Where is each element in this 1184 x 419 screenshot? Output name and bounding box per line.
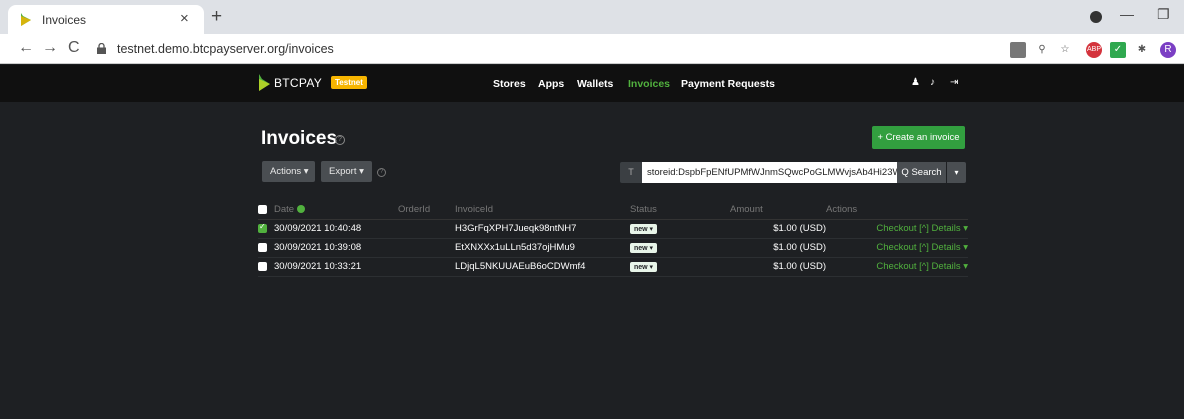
row-checkbox[interactable] xyxy=(258,222,267,233)
invoice-amount: $1.00 (USD) xyxy=(730,257,826,277)
search-options-caret[interactable]: ▾ xyxy=(947,162,966,183)
header-orderid: OrderId xyxy=(398,200,455,220)
invoices-table: Date OrderId InvoiceId Status Amount Act… xyxy=(258,200,968,277)
invoice-date: 30/09/2021 10:33:21 xyxy=(274,261,362,272)
invoice-date: 30/09/2021 10:39:08 xyxy=(274,242,362,253)
header-date[interactable]: Date xyxy=(258,200,398,220)
invoice-id: LDjqL5NKUUAEuB6oCDWmf4 xyxy=(455,257,630,277)
actions-dropdown-button[interactable]: Actions ▾ xyxy=(262,161,315,182)
forward-button[interactable]: → xyxy=(42,39,58,57)
export-help-icon[interactable]: ? xyxy=(377,168,386,177)
invoice-amount: $1.00 (USD) xyxy=(730,219,826,239)
brand-text: BTCPAY xyxy=(274,76,323,90)
profile-avatar[interactable]: R xyxy=(1160,42,1176,58)
table-row: 30/09/2021 10:40:48 H3GrFqXPH7Jueqk98ntN… xyxy=(258,219,968,239)
checkout-link[interactable]: Checkout [^] xyxy=(876,223,929,234)
clock-icon[interactable] xyxy=(297,205,306,214)
invoice-date: 30/09/2021 10:40:48 xyxy=(274,223,362,234)
tab-close-icon[interactable]: × xyxy=(180,10,189,27)
table-header-row: Date OrderId InvoiceId Status Amount Act… xyxy=(258,200,968,220)
select-all-checkbox[interactable] xyxy=(258,204,267,214)
translate-icon[interactable] xyxy=(1010,42,1026,58)
chrome-profile-icon[interactable] xyxy=(1090,11,1102,23)
reload-button[interactable]: C xyxy=(68,39,80,57)
invoice-orderid xyxy=(398,219,455,239)
search-input[interactable] xyxy=(642,162,897,183)
browser-tab[interactable]: Invoices × xyxy=(8,5,204,34)
help-icon[interactable]: ? xyxy=(335,135,345,145)
checkout-link[interactable]: Checkout [^] xyxy=(876,261,929,272)
table-row: 30/09/2021 10:33:21 LDjqL5NKUUAEuB6oCDWm… xyxy=(258,257,968,277)
details-link[interactable]: Details ▾ xyxy=(932,223,968,234)
new-tab-button[interactable]: + xyxy=(211,6,222,28)
bell-icon[interactable]: ♪ xyxy=(930,77,935,88)
user-icon[interactable]: ♟ xyxy=(911,77,920,88)
lock-icon xyxy=(97,43,106,54)
browser-tabstrip: Invoices × + — ❐ xyxy=(0,0,1184,34)
details-link[interactable]: Details ▾ xyxy=(932,242,968,253)
main-content: Invoices ? + Create an invoice Actions ▾… xyxy=(0,102,1184,419)
create-invoice-button[interactable]: + Create an invoice xyxy=(872,126,965,149)
header-status: Status xyxy=(630,200,730,220)
window-minimize-button[interactable]: — xyxy=(1120,6,1134,22)
logout-icon[interactable]: ⇥ xyxy=(950,77,958,88)
export-dropdown-button[interactable]: Export ▾ xyxy=(321,161,372,182)
header-invoiceid: InvoiceId xyxy=(455,200,630,220)
details-link[interactable]: Details ▾ xyxy=(932,261,968,272)
nav-wallets[interactable]: Wallets xyxy=(577,78,613,90)
status-badge[interactable]: new ▾ xyxy=(630,243,658,253)
invoice-id: H3GrFqXPH7Jueqk98ntNH7 xyxy=(455,219,630,239)
nav-payment-requests[interactable]: Payment Requests xyxy=(681,78,775,90)
testnet-badge: Testnet xyxy=(331,76,367,89)
row-checkbox[interactable] xyxy=(258,242,267,252)
site-navbar: BTCPAY Testnet Stores Apps Wallets Invoi… xyxy=(0,65,1184,102)
back-button[interactable]: ← xyxy=(18,39,34,57)
page-title: Invoices xyxy=(261,128,338,149)
search-button[interactable]: Q Search xyxy=(897,162,946,183)
nav-stores[interactable]: Stores xyxy=(493,78,526,90)
extensions-puzzle-icon[interactable]: ✱ xyxy=(1134,42,1150,58)
status-badge[interactable]: new ▾ xyxy=(630,262,658,272)
table-row: 30/09/2021 10:39:08 EtXNXXx1uLLn5d37ojHM… xyxy=(258,238,968,258)
nav-apps[interactable]: Apps xyxy=(538,78,564,90)
row-checkbox[interactable] xyxy=(258,261,267,271)
url-text: testnet.demo.btcpayserver.org/invoices xyxy=(117,42,334,56)
filter-icon[interactable]: T xyxy=(620,162,642,183)
invoice-amount: $1.00 (USD) xyxy=(730,238,826,258)
browser-toolbar: ← → C testnet.demo.btcpayserver.org/invo… xyxy=(0,34,1184,64)
invoice-orderid xyxy=(398,257,455,277)
address-bar[interactable]: testnet.demo.btcpayserver.org/invoices xyxy=(92,37,992,61)
tab-title: Invoices xyxy=(42,13,87,27)
window-restore-button[interactable]: ❐ xyxy=(1157,6,1170,23)
invoice-orderid xyxy=(398,238,455,258)
header-actions: Actions xyxy=(826,200,968,220)
nav-invoices[interactable]: Invoices xyxy=(628,78,670,90)
bookmark-star-icon[interactable]: ☆ xyxy=(1057,42,1073,58)
header-amount: Amount xyxy=(730,200,826,220)
adblock-icon[interactable]: ABP xyxy=(1086,42,1102,58)
btcpay-favicon-icon xyxy=(21,13,31,26)
invoice-id: EtXNXXx1uLLn5d37ojHMu9 xyxy=(455,238,630,258)
status-badge[interactable]: new ▾ xyxy=(630,224,658,234)
checkout-link[interactable]: Checkout [^] xyxy=(876,242,929,253)
checklist-extension-icon[interactable]: ✓ xyxy=(1110,42,1126,58)
zoom-icon[interactable]: ⚲ xyxy=(1034,42,1050,58)
btcpay-logo-icon xyxy=(259,74,270,91)
